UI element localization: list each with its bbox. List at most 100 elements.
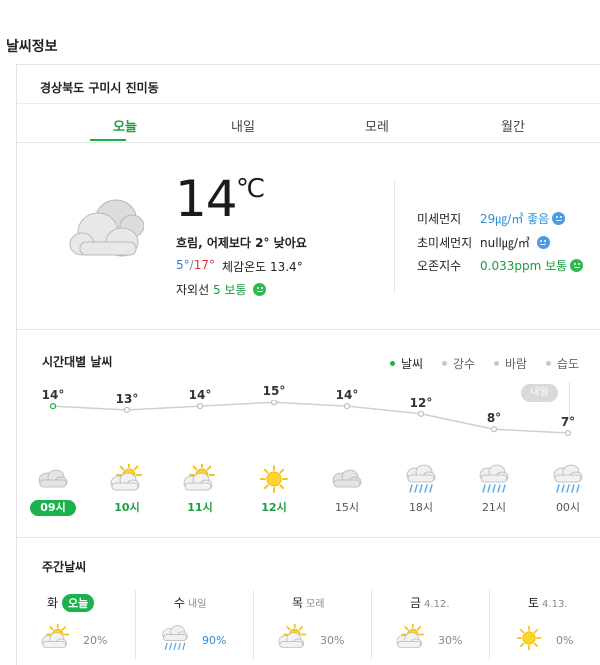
hour-time-label[interactable]: 21시 (471, 500, 517, 516)
day-label: 목 (292, 596, 304, 610)
day-name: 수 내일 (174, 594, 206, 611)
weekly-weather-title: 주간날씨 (42, 560, 87, 574)
hour-time-label[interactable]: 09시 (30, 500, 76, 516)
day-forecast-cell[interactable]: 수 내일 90% (136, 590, 254, 660)
ozone-label: 오존지수 (417, 259, 462, 273)
temperature-point (123, 406, 131, 414)
precipitation-probability: 30% (320, 634, 345, 647)
rain-icon (406, 464, 436, 493)
legend-wind[interactable]: 바람 (494, 355, 527, 372)
temperature-point (417, 410, 425, 417)
ozone-row: 오존지수 0.033ppm 보통 (417, 257, 584, 274)
divider (394, 180, 395, 294)
tab-today[interactable]: 오늘 (95, 116, 155, 135)
hour-temperature-label: 12° (409, 395, 433, 410)
cloud-icon (38, 469, 68, 488)
precipitation-probability: 0% (556, 634, 574, 647)
day-sub-label: 모레 (306, 599, 325, 610)
uv-value: 5 보통 (212, 283, 247, 297)
smiley-icon (552, 212, 566, 225)
hour-time-label[interactable]: 00시 (545, 500, 591, 516)
day-label: 토 (528, 596, 540, 610)
fine-dust-label: 미세먼지 (417, 212, 462, 226)
day-name: 토 4.13. (528, 594, 568, 611)
day-forecast-cell[interactable]: 토 4.13. 0% (490, 590, 600, 660)
day-icon-wrap (160, 624, 190, 654)
temperature-point (564, 429, 572, 437)
day-label: 금 (410, 596, 422, 610)
hour-temperature-label: 13° (115, 391, 139, 406)
legend-humidity[interactable]: 습도 (546, 355, 579, 372)
temperature-point (196, 402, 204, 410)
day-sub-label: 4.13. (542, 599, 568, 610)
legend-precipitation[interactable]: 강수 (442, 355, 475, 372)
divider (17, 329, 600, 330)
weather-summary: 흐림, 어제보다 2° 낮아요 (176, 236, 307, 250)
hour-time-label[interactable]: 18시 (398, 500, 444, 516)
day-label: 수 (174, 596, 186, 610)
hour-temperature-label: 8° (486, 411, 502, 426)
hour-time-label[interactable]: 10시 (104, 500, 150, 516)
ultrafine-dust-label: 초미세먼지 (417, 236, 473, 250)
rain-icon (479, 464, 509, 493)
hour-temperature-label: 15° (262, 384, 286, 399)
day-icon-wrap (41, 623, 71, 654)
tab-monthly[interactable]: 월간 (483, 116, 543, 135)
hour-temperature-label: 14° (188, 388, 212, 403)
hour-temperature-label: 14° (335, 388, 359, 403)
temperature-point (270, 400, 278, 406)
legend-weather[interactable]: 날씨 (390, 355, 423, 372)
rain-icon (162, 625, 188, 651)
day-forecast-cell[interactable]: 목 모레 30% (254, 590, 372, 660)
rain-icon (553, 464, 583, 493)
tab-day-after[interactable]: 모레 (347, 116, 407, 135)
sun-icon (516, 625, 542, 651)
hour-icon-wrap (257, 464, 291, 494)
hour-time-label[interactable]: 15시 (324, 500, 370, 516)
page-title: 날씨정보 (6, 39, 58, 55)
today-badge: 오늘 (62, 594, 95, 612)
hour-icon-wrap (404, 464, 438, 494)
hour-icon-wrap (477, 464, 511, 494)
precipitation-probability: 90% (202, 634, 227, 647)
ultrafine-dust-value: null㎍/㎥ (480, 236, 530, 250)
current-temperature: 14 (175, 170, 238, 228)
tab-tomorrow[interactable]: 내일 (213, 116, 273, 135)
day-forecast-cell[interactable]: 금 4.12. 30% (372, 590, 490, 660)
ozone-value: 0.033ppm 보통 (480, 259, 568, 273)
hour-time-label[interactable]: 11시 (177, 500, 223, 516)
day-sub-label: 내일 (188, 599, 207, 610)
hour-icon-wrap (330, 464, 364, 494)
hour-icon-wrap (551, 464, 585, 494)
day-forecast-cell[interactable]: 화 오늘 20% (17, 590, 136, 660)
min-max-temperature: 5°/17° (176, 258, 215, 272)
temperature-point (343, 402, 351, 410)
hour-icon-wrap (183, 462, 217, 494)
divider (17, 537, 600, 538)
cloudy-icon (69, 199, 144, 257)
hour-time-label[interactable]: 12시 (251, 500, 297, 516)
smiley-icon (570, 259, 584, 272)
max-temperature: 17° (193, 258, 215, 272)
day-icon-wrap (278, 623, 308, 654)
uv-label: 자외선 (176, 283, 210, 297)
temperature-unit: ℃ (236, 174, 266, 204)
day-label: 화 (47, 596, 59, 610)
temperature-point (49, 402, 57, 410)
partly-sunny-icon (110, 462, 142, 491)
partly-sunny-icon (41, 623, 70, 649)
day-sub-label: 4.12. (424, 599, 450, 610)
partly-sunny-icon (396, 623, 425, 649)
active-tab-indicator (90, 139, 126, 141)
smiley-icon (536, 236, 550, 249)
fine-dust-row: 미세먼지 29㎍/㎥ 좋음 (417, 210, 566, 227)
cloud-icon (332, 469, 362, 488)
hourly-weather-title: 시간대별 날씨 (42, 355, 113, 369)
day-icon-wrap (514, 624, 544, 654)
hour-temperature-label: 7° (560, 415, 576, 430)
temperature-point (490, 426, 498, 433)
fine-dust-value: 29㎍/㎥ 좋음 (480, 212, 550, 226)
location-label: 경상북도 구미시 진미동 (40, 81, 159, 95)
hour-temperature-label: 14° (41, 388, 65, 403)
smiley-icon (253, 283, 267, 296)
